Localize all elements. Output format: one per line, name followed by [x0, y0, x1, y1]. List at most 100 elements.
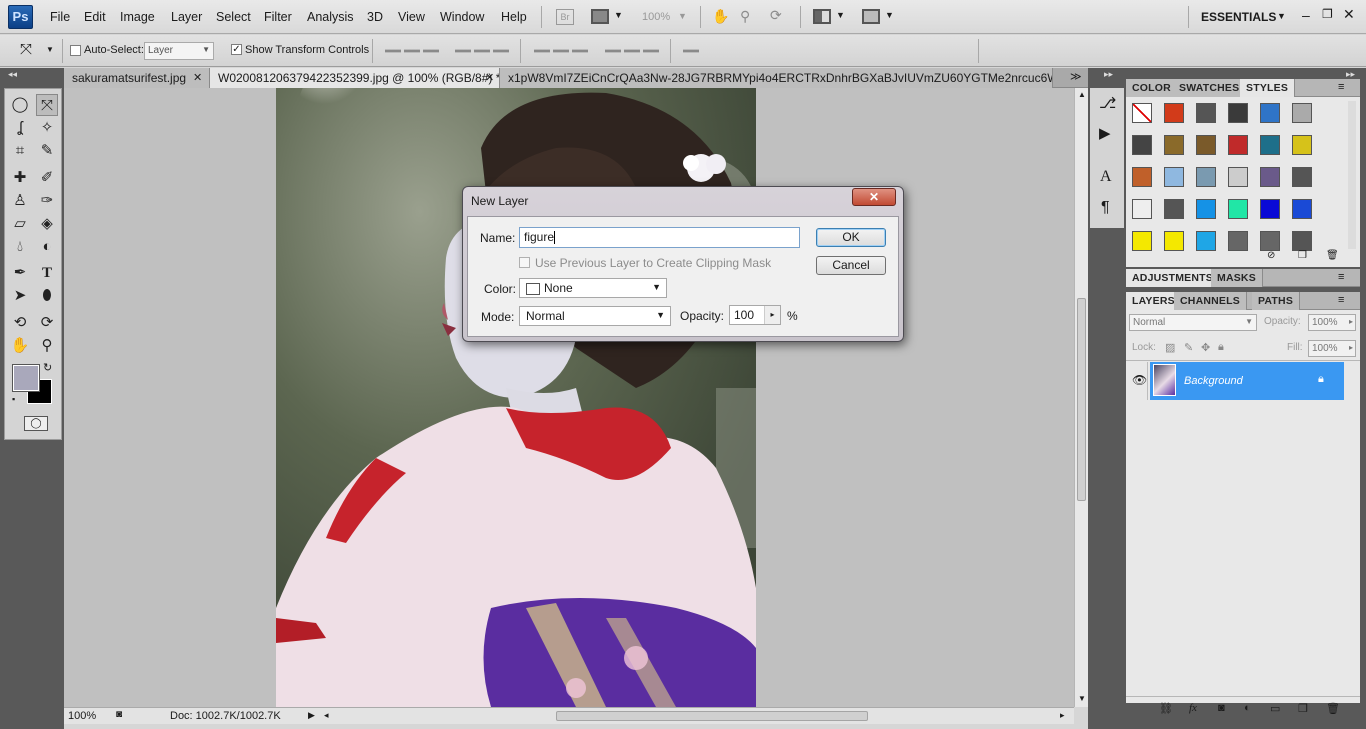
lasso-tool-icon[interactable]: ʆ [9, 117, 31, 139]
distribute-top-icon[interactable] [534, 49, 550, 53]
workspace-switcher[interactable]: ESSENTIALS [1201, 10, 1276, 24]
eye-icon[interactable]: 👁︎ [1132, 373, 1147, 387]
status-menu-arrow-icon[interactable]: ▶ [308, 710, 315, 721]
auto-align-layers-icon[interactable] [683, 49, 699, 53]
align-right-icon[interactable] [493, 49, 509, 53]
distribute-vertical-center-icon[interactable] [553, 49, 569, 53]
hand-tool-icon[interactable]: ✋ [9, 335, 31, 357]
menu-image[interactable]: Image [120, 10, 155, 24]
panel-menu-icon[interactable]: ≡ [1338, 271, 1344, 283]
close-icon[interactable]: ✕ [1343, 6, 1355, 23]
swap-colors-icon[interactable]: ↻ [43, 361, 52, 374]
layer-name[interactable]: Background [1184, 375, 1243, 387]
layer-name-input[interactable]: figure [519, 227, 800, 248]
transform-controls-checkbox[interactable]: ✓ [231, 44, 242, 55]
healing-brush-tool-icon[interactable]: ✚ [9, 167, 31, 189]
view-extras-icon[interactable] [591, 9, 609, 24]
crop-tool-icon[interactable]: ⌗ [9, 140, 31, 162]
style-swatch[interactable] [1260, 103, 1280, 123]
chevron-down-icon[interactable]: ▼ [678, 11, 687, 21]
vertical-scrollbar[interactable]: ▲ ▼ [1074, 88, 1088, 707]
lock-transparency-icon[interactable]: ▨ [1165, 341, 1175, 354]
clone-stamp-tool-icon[interactable]: ♙ [9, 190, 31, 212]
panel-menu-icon[interactable]: ≡ [1338, 294, 1344, 306]
scroll-up-icon[interactable]: ▲ [1078, 90, 1086, 99]
style-swatch[interactable] [1164, 199, 1184, 219]
style-swatch[interactable] [1132, 199, 1152, 219]
history-panel-icon[interactable]: ⎇ [1099, 94, 1116, 112]
link-layers-icon[interactable]: ⛓︎ [1159, 702, 1173, 715]
scroll-left-icon[interactable]: ◂ [324, 710, 329, 721]
3d-rotate-tool-icon[interactable]: ⟲ [9, 312, 31, 334]
horizontal-scroll-thumb[interactable] [556, 711, 868, 721]
tab-swatches[interactable]: SWATCHES [1173, 79, 1247, 97]
screen-mode-icon[interactable] [862, 9, 880, 24]
rotate-view-icon[interactable]: ⟳ [770, 7, 782, 24]
mode-select[interactable]: Normal ▼ [519, 306, 671, 326]
menu-window[interactable]: Window [440, 10, 484, 24]
history-brush-tool-icon[interactable]: ✑ [36, 190, 58, 212]
opacity-field[interactable]: 100% ▸ [1308, 314, 1356, 331]
blur-tool-icon[interactable]: 💧︎ [9, 236, 31, 258]
style-swatch[interactable] [1164, 135, 1184, 155]
foreground-color-swatch[interactable] [12, 364, 40, 392]
move-tool-icon[interactable]: ⤧ [20, 41, 32, 58]
tab-paths[interactable]: PATHS [1252, 292, 1301, 310]
paint-bucket-tool-icon[interactable]: ◈ [36, 213, 58, 235]
style-swatch[interactable] [1260, 167, 1280, 187]
style-swatch[interactable] [1196, 199, 1216, 219]
align-top-icon[interactable] [385, 49, 401, 53]
scroll-down-icon[interactable]: ▼ [1078, 694, 1086, 703]
restore-icon[interactable]: ❐ [1322, 7, 1333, 21]
chevron-down-icon[interactable]: ▼ [1277, 11, 1286, 21]
layer-style-icon[interactable]: fx [1189, 702, 1197, 714]
add-mask-icon[interactable]: ◙ [1218, 702, 1225, 714]
style-swatch[interactable] [1292, 231, 1312, 251]
align-left-icon[interactable] [455, 49, 471, 53]
document-tab[interactable]: x1pW8VmI7ZEiCnCrQAa3Nw-28JG7RBRMYpi4o4ER… [500, 68, 1053, 88]
document-tab[interactable]: sakuramatsurifest.jpg [64, 68, 210, 88]
lock-position-icon[interactable]: ✥ [1201, 341, 1210, 354]
style-swatch[interactable] [1196, 135, 1216, 155]
pen-tool-icon[interactable]: ✒ [9, 262, 31, 284]
close-tab-icon[interactable]: ✕ [193, 71, 202, 84]
auto-select-checkbox[interactable] [70, 45, 81, 56]
zoom-level[interactable]: 100% [642, 11, 670, 23]
menu-analysis[interactable]: Analysis [307, 10, 354, 24]
new-layer-icon[interactable]: ❐ [1298, 702, 1308, 715]
status-zoom[interactable]: 100% [68, 710, 96, 722]
delete-layer-icon[interactable]: 🗑︎ [1326, 702, 1340, 715]
eyedropper-tool-icon[interactable]: ✎ [36, 140, 58, 162]
menu-file[interactable]: File [50, 10, 70, 24]
minimize-icon[interactable]: – [1302, 7, 1310, 23]
menu-view[interactable]: View [398, 10, 425, 24]
style-swatch[interactable] [1228, 199, 1248, 219]
quick-mask-icon[interactable]: ◯ [24, 416, 48, 431]
document-image[interactable] [276, 88, 756, 707]
align-bottom-icon[interactable] [423, 49, 439, 53]
panel-menu-icon[interactable]: ≡ [1338, 81, 1344, 93]
chevron-down-icon[interactable]: ▼ [614, 10, 623, 20]
zoom-tool-icon[interactable]: ⚲ [36, 335, 58, 357]
style-swatch[interactable] [1132, 167, 1152, 187]
bridge-button[interactable]: Br [556, 9, 574, 25]
style-swatch[interactable] [1164, 167, 1184, 187]
menu-select[interactable]: Select [216, 10, 251, 24]
marquee-tool-icon[interactable]: ◯ [9, 94, 31, 116]
tab-channels[interactable]: CHANNELS [1174, 292, 1247, 310]
style-swatch[interactable] [1292, 167, 1312, 187]
style-swatch[interactable] [1132, 135, 1152, 155]
distribute-bottom-icon[interactable] [572, 49, 588, 53]
zoom-tool-icon[interactable]: ⚲ [740, 8, 750, 25]
style-swatch[interactable] [1132, 231, 1152, 251]
menu-filter[interactable]: Filter [264, 10, 292, 24]
character-panel-icon[interactable]: A [1100, 168, 1112, 186]
scroll-right-icon[interactable]: ▸ [1060, 710, 1065, 721]
menu-layer[interactable]: Layer [171, 10, 202, 24]
lock-all-icon[interactable]: 🔒︎ [1218, 341, 1224, 354]
default-colors-icon[interactable]: ▪ [12, 394, 15, 404]
ellipse-shape-tool-icon[interactable]: ⬮ [36, 285, 58, 307]
fill-field[interactable]: 100% ▸ [1308, 340, 1356, 357]
style-swatch[interactable] [1260, 135, 1280, 155]
menu-edit[interactable]: Edit [84, 10, 106, 24]
